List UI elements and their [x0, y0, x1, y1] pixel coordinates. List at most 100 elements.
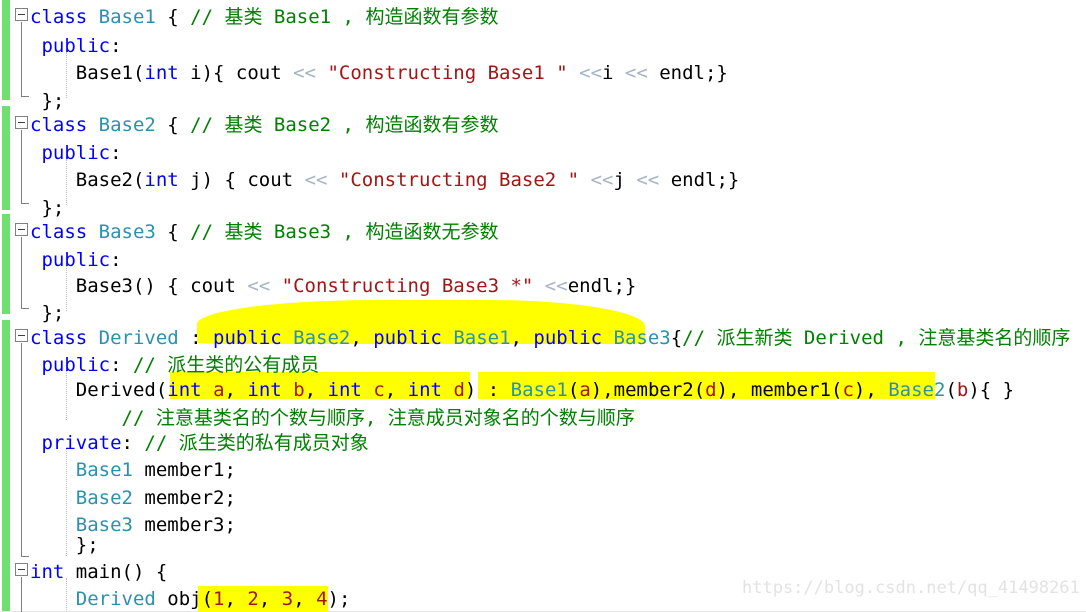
- code-token-pl: Base1(: [30, 62, 145, 84]
- code-token-pl: (: [945, 379, 957, 401]
- code-token-cmt: // 基类 Base2 , 构造函数有参数: [190, 114, 499, 136]
- code-token-typ: Base3: [98, 221, 156, 243]
- code-text-layer[interactable]: class Base1 { // 基类 Base1 , 构造函数有参数 publ…: [0, 0, 1086, 612]
- code-token-kw: class: [30, 221, 99, 243]
- code-token-str: "Constructing Base2 ": [327, 169, 580, 191]
- code-line[interactable]: class Derived : public Base2, public Bas…: [30, 323, 1070, 353]
- code-token-kw: int: [167, 379, 202, 401]
- code-token-pl: ),member2(: [590, 379, 706, 401]
- code-line[interactable]: Base1(int i){ cout << "Constructing Base…: [30, 58, 728, 88]
- code-token-num: 2: [247, 588, 259, 610]
- code-token-kw: public: [533, 327, 603, 349]
- code-token-kw: public: [373, 327, 442, 349]
- code-line[interactable]: Derived(int a, int b, int c, int d) : Ba…: [30, 375, 1014, 405]
- code-token-num: c: [842, 379, 854, 401]
- code-token-kw: int: [247, 379, 282, 401]
- code-token-op: <<: [636, 169, 660, 191]
- code-token-pl: j) { cout: [178, 169, 305, 191]
- code-line[interactable]: public:: [30, 138, 122, 168]
- code-token-pl: :: [110, 249, 122, 271]
- code-token-kw: public: [41, 142, 111, 164]
- code-token-pl: };: [30, 534, 99, 556]
- code-token-pl: :: [110, 354, 133, 376]
- code-token-op: <<: [304, 169, 328, 191]
- code-editor[interactable]: class Base1 { // 基类 Base1 , 构造函数有参数 publ…: [0, 0, 1086, 612]
- code-line[interactable]: class Base1 { // 基类 Base1 , 构造函数有参数: [30, 2, 498, 32]
- code-token-pl: {: [155, 221, 191, 243]
- code-token-cmt: // 注意基类名的个数与顺序, 注意成员对象名的个数与顺序: [121, 407, 635, 429]
- code-line[interactable]: Base1 member1;: [30, 455, 236, 485]
- code-token-num: 4: [316, 588, 328, 610]
- code-token-pl: :: [110, 35, 122, 57]
- code-token-pl: :: [178, 327, 214, 349]
- code-line[interactable]: };: [30, 530, 99, 560]
- code-token-pl: i: [602, 62, 625, 84]
- code-token-typ: Derived: [98, 327, 179, 349]
- code-token-kw: int: [144, 169, 179, 191]
- code-token-op: <<: [293, 62, 316, 84]
- code-token-num: a: [213, 379, 225, 401]
- code-line[interactable]: Base2(int j) { cout << "Constructing Bas…: [30, 165, 740, 195]
- code-token-kw: int: [30, 561, 65, 583]
- code-token-op: <<: [544, 275, 568, 297]
- code-token-kw: int: [407, 379, 442, 401]
- code-token-pl: ,: [510, 327, 534, 349]
- code-token-kw: public: [41, 249, 111, 271]
- code-token-pl: member2;: [132, 487, 236, 509]
- code-token-kw: class: [30, 114, 99, 136]
- code-line[interactable]: public:: [30, 31, 122, 61]
- code-token-pl: {: [155, 6, 191, 28]
- code-token-str: "Constructing Base3 *": [270, 275, 534, 297]
- code-line[interactable]: int main() {: [30, 557, 167, 587]
- code-token-pl: :: [110, 142, 122, 164]
- code-token-cmt: // 基类 Base3 , 构造函数无参数: [190, 221, 499, 243]
- code-token-typ: Base3: [613, 327, 671, 349]
- code-token-typ: Base1: [453, 327, 511, 349]
- code-token-pl: Derived(: [30, 379, 168, 401]
- code-token-typ: Base1: [75, 459, 133, 481]
- code-token-kw: public: [213, 327, 282, 349]
- code-token-pl: main() {: [64, 561, 168, 583]
- code-line[interactable]: private: // 派生类的私有成员对象: [30, 428, 368, 458]
- code-token-pl: ,: [293, 588, 317, 610]
- code-token-pl: ) :: [464, 379, 511, 401]
- code-token-num: 3: [281, 588, 294, 610]
- code-line[interactable]: Derived obj(1, 2, 3, 4);: [30, 584, 351, 612]
- code-token-pl: ),: [853, 379, 889, 401]
- code-token-pl: ), member1(: [716, 379, 843, 401]
- code-token-pl: endl;}: [647, 62, 728, 84]
- code-line[interactable]: class Base3 { // 基类 Base3 , 构造函数无参数: [30, 217, 498, 247]
- code-token-num: c: [373, 379, 385, 401]
- code-token-kw: class: [30, 327, 99, 349]
- code-line[interactable]: Base2 member2;: [30, 483, 236, 513]
- code-line[interactable]: Base3() { cout << "Constructing Base3 *"…: [30, 271, 637, 301]
- code-token-kw: private: [41, 432, 122, 454]
- code-token-pl: obj(: [155, 588, 214, 610]
- code-token-pl: ): [968, 379, 980, 401]
- code-token-typ: Base2: [888, 379, 946, 401]
- code-token-num: d: [453, 379, 465, 401]
- code-token-num: b: [293, 379, 305, 401]
- code-token-pl: };: [30, 302, 65, 324]
- code-token-typ: Base2: [98, 114, 156, 136]
- code-token-typ: Derived: [75, 588, 156, 610]
- code-token-pl: ,: [258, 588, 282, 610]
- code-token-pl: Base2(: [30, 169, 145, 191]
- code-token-kw: int: [144, 62, 179, 84]
- code-line[interactable]: class Base2 { // 基类 Base2 , 构造函数有参数: [30, 110, 498, 140]
- code-token-kw: class: [30, 6, 99, 28]
- code-token-pl: };: [30, 197, 65, 219]
